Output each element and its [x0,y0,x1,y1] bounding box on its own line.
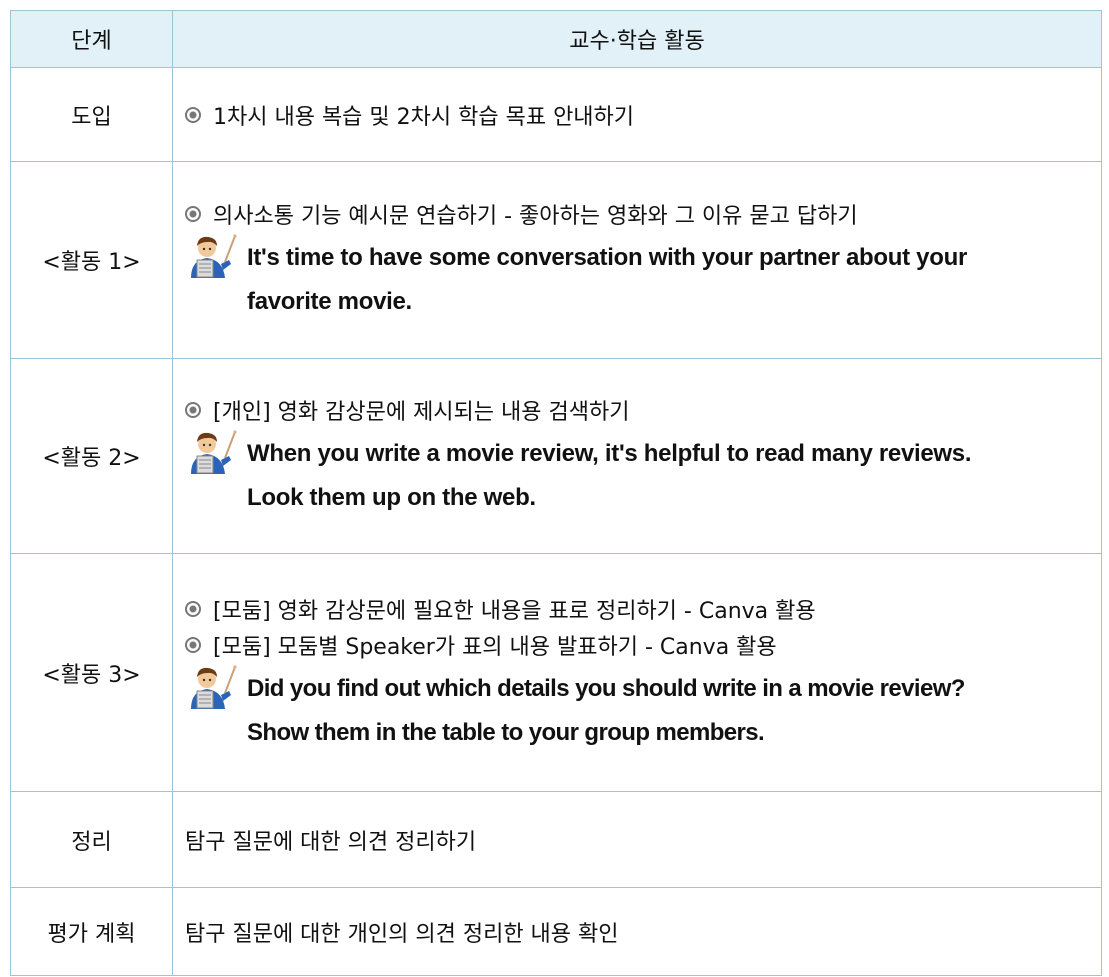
table-row: 도입 1차시 내용 복습 및 2차시 학습 목표 안내하기 [10,67,1102,162]
stage-cell: <활동 3> [10,553,173,792]
activity-cell: 탐구 질문에 대한 의견 정리하기 [172,791,1102,888]
circle-bullet-icon [185,206,201,222]
prompt-line: It's time to have some conversation with… [247,244,967,271]
activity-cell: 탐구 질문에 대한 개인의 의견 정리한 내용 확인 [172,887,1102,976]
activity-cell: 1차시 내용 복습 및 2차시 학습 목표 안내하기 [172,67,1102,162]
table-row: 정리 탐구 질문에 대한 의견 정리하기 [10,791,1102,888]
prompt-line: When you write a movie review, it's help… [247,440,972,467]
table-row: <활동 2> [개인] 영화 감상문에 제시되는 내용 검색하기 When yo… [10,358,1102,554]
header-stage: 단계 [10,10,173,68]
header-activity: 교수·학습 활동 [172,10,1102,68]
prompt-line: Did you find out which details you shoul… [247,674,965,702]
table-row: 평가 계획 탐구 질문에 대한 개인의 의견 정리한 내용 확인 [10,887,1102,976]
lesson-plan-table: 단계 교수·학습 활동 도입 1차시 내용 복습 및 2차시 학습 목표 안내하… [10,10,1102,976]
teacher-pointer-icon [185,232,247,278]
prompt-line: Look them up on the web. [247,484,536,511]
teacher-pointer-icon [185,663,247,709]
table-row: <활동 1> 의사소통 기능 예시문 연습하기 - 좋아하는 영화와 그 이유 … [10,161,1102,359]
bullet-text: 1차시 내용 복습 및 2차시 학습 목표 안내하기 [213,104,635,130]
circle-bullet-icon [185,600,201,617]
circle-bullet-icon [185,402,201,418]
teacher-prompt: It's time to have some conversation with… [247,236,967,324]
table-header-row: 단계 교수·학습 활동 [10,10,1102,68]
stage-cell: <활동 2> [10,358,173,554]
bullet-text: 의사소통 기능 예시문 연습하기 - 좋아하는 영화와 그 이유 묻고 답하기 [213,204,858,229]
stage-cell: <활동 1> [10,161,173,359]
activity-cell: [모둠] 영화 감상문에 필요한 내용을 표로 정리하기 - Canva 활용 … [172,553,1102,792]
circle-bullet-icon [185,636,201,653]
stage-cell: 도입 [10,67,173,162]
table-row: <활동 3> [모둠] 영화 감상문에 필요한 내용을 표로 정리하기 - Ca… [10,553,1102,792]
activity-cell: [개인] 영화 감상문에 제시되는 내용 검색하기 When you write… [172,358,1102,554]
teacher-prompt: Did you find out which details you shoul… [247,667,965,755]
stage-cell: 평가 계획 [10,887,173,976]
prompt-line: favorite movie. [247,288,412,315]
activity-cell: 의사소통 기능 예시문 연습하기 - 좋아하는 영화와 그 이유 묻고 답하기 … [172,161,1102,359]
stage-cell: 정리 [10,791,173,888]
prompt-line: Show them in the table to your group mem… [247,718,765,746]
bullet-text: [모둠] 모둠별 Speaker가 표의 내용 발표하기 - Canva 활용 [213,634,777,660]
teacher-prompt: When you write a movie review, it's help… [247,432,972,520]
teacher-pointer-icon [185,428,247,474]
bullet-text: [개인] 영화 감상문에 제시되는 내용 검색하기 [213,400,630,425]
bullet-text: [모둠] 영화 감상문에 필요한 내용을 표로 정리하기 - Canva 활용 [213,598,816,624]
circle-bullet-icon [185,106,201,123]
